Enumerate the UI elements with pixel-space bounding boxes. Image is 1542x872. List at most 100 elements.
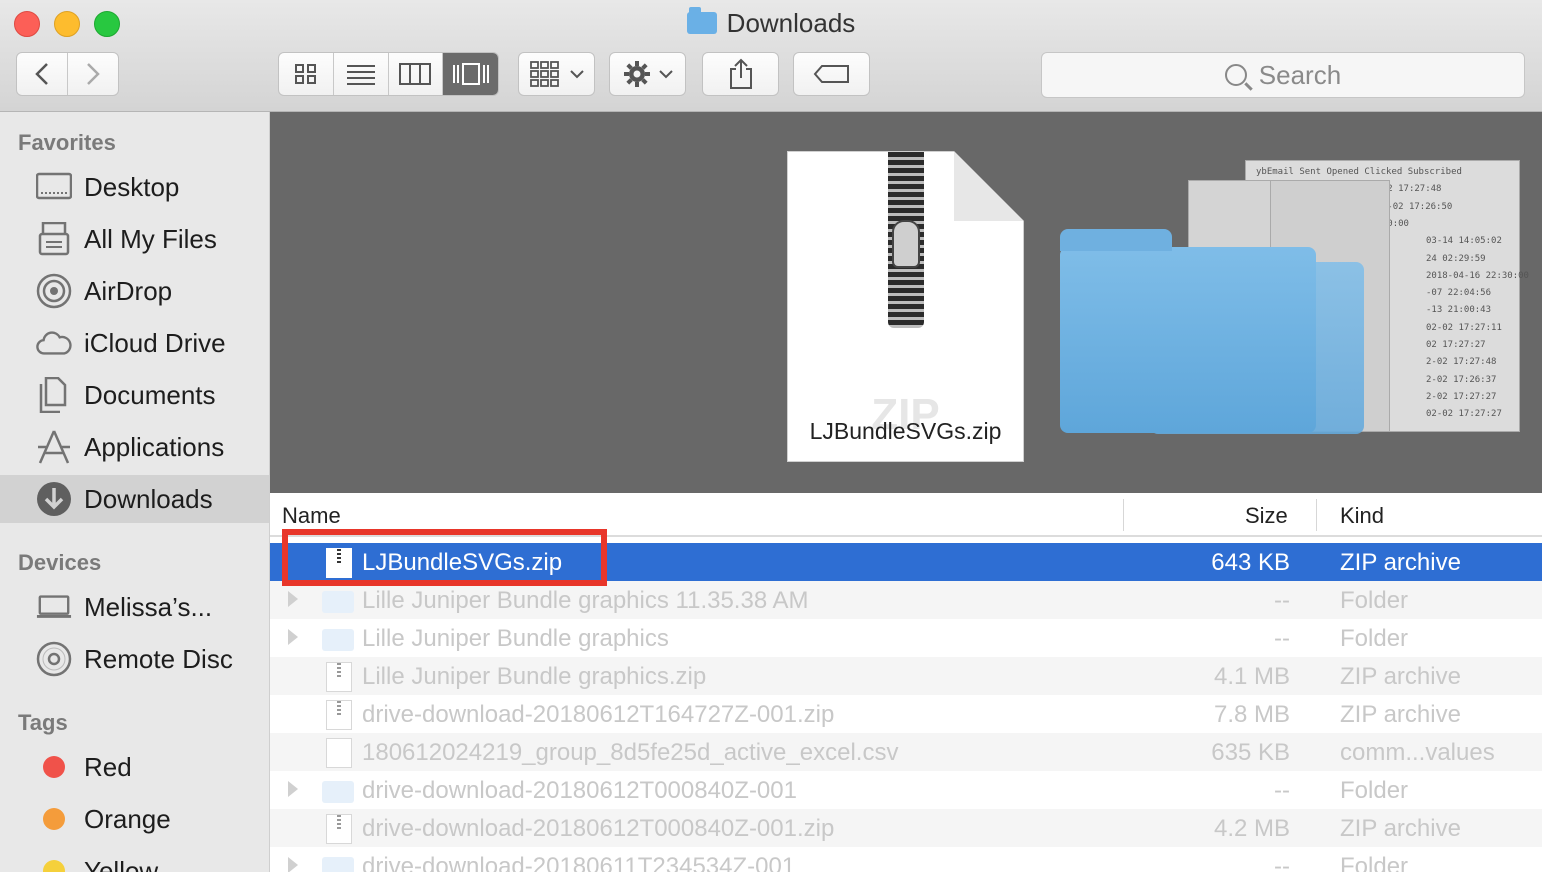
file-kind: Folder [1340,853,1409,872]
sidebar-item-airdrop[interactable]: AirDrop [0,267,269,315]
file-kind: ZIP archive [1340,549,1461,576]
zipper-icon [888,152,924,328]
navigation-buttons [16,52,119,96]
sidebar-item-icloud-drive[interactable]: iCloud Drive [0,319,269,367]
file-name: 180612024219_group_8d5fe25d_active_excel… [362,739,899,766]
tags-heading: Tags [18,710,68,735]
list-view-button[interactable] [334,53,389,95]
downloads-folder-icon [686,7,717,34]
laptop-icon [36,589,72,625]
back-button[interactable] [17,53,68,95]
table-row[interactable]: drive-download-20180612T164727Z-001.zip 7… [270,695,1542,733]
file-kind: ZIP archive [1340,663,1461,690]
forward-button[interactable] [68,53,119,95]
disclosure-triangle-icon[interactable] [288,857,298,872]
arrange-button[interactable] [518,52,595,96]
yellow-tag-dot-icon [43,860,65,872]
sidebar-item-label: Applications [84,431,225,462]
sidebar-item-label: iCloud Drive [84,327,226,358]
cover-flow-preview[interactable]: ybEmail Sent Opened Clicked Subscribed71… [270,112,1542,493]
preview-selected-file[interactable]: ZIP LJBundleSVGs.zip [787,151,1024,462]
sidebar: Favorites Desktop All My Files AirDrop i… [0,112,270,872]
sidebar-tag-orange[interactable]: Orange [0,795,269,843]
file-size: 7.8 MB [1213,701,1290,728]
folder-icon [322,857,354,872]
sidebar-item-label: Yellow [84,855,159,872]
orange-tag-dot-icon [43,808,65,830]
column-header-name[interactable]: Name [282,503,341,529]
column-divider[interactable] [1123,499,1124,531]
disc-icon [36,641,72,677]
share-button[interactable] [702,52,779,96]
sidebar-tag-red[interactable]: Red [0,743,269,791]
table-row[interactable]: 180612024219_group_8d5fe25d_active_excel… [270,733,1542,771]
column-view-icon [399,63,432,85]
devices-heading: Devices [18,550,102,575]
cover-flow-view-button[interactable] [443,53,498,95]
file-size: -- [1274,853,1290,872]
search-field[interactable]: Search [1041,52,1525,98]
sidebar-item-label: AirDrop [84,275,173,306]
applications-icon [36,429,72,465]
spreadsheet-line: 2-02 17:27:48 [1426,357,1497,368]
sidebar-item-documents[interactable]: Documents [0,371,269,419]
table-row[interactable]: drive-download-20180611T234534Z-001 -- Fol… [270,847,1542,872]
airdrop-icon [36,273,72,309]
sidebar-item-applications[interactable]: Applications [0,423,269,471]
chevron-right-icon [86,63,100,85]
zip-file-icon [326,814,352,844]
table-row[interactable]: drive-download-20180612T000840Z-001.zip 4… [270,809,1542,847]
table-row[interactable]: Lille Juniper Bundle graphics -- Folder [270,619,1542,657]
window-title: Downloads [0,7,1542,39]
table-row[interactable]: Lille Juniper Bundle graphics 11.35.38 A… [270,581,1542,619]
sidebar-item-label: Melissa’s... [84,591,213,622]
tag-icon [813,65,849,83]
cover-flow-icon [452,63,489,85]
disclosure-triangle-icon[interactable] [288,629,298,645]
arrange-grid-icon [529,61,559,87]
file-size: 4.2 MB [1213,815,1290,842]
spreadsheet-line: 24 02:29:59 [1426,253,1486,264]
table-row[interactable]: drive-download-20180612T000840Z-001 -- Fol… [270,771,1542,809]
chevron-left-icon [34,63,48,85]
toolbar: Downloads Search [0,0,1542,112]
gear-icon [623,61,650,87]
action-button[interactable] [609,52,686,96]
icon-view-button[interactable] [279,53,334,95]
spreadsheet-line: 02 17:27:27 [1426,340,1486,350]
disclosure-triangle-icon[interactable] [288,781,298,797]
downloads-icon [36,481,72,517]
search-icon [1224,64,1247,86]
disclosure-triangle-icon[interactable] [288,591,298,607]
edit-tags-button[interactable] [793,52,870,96]
file-kind: ZIP archive [1340,701,1461,728]
all-files-icon [36,221,72,257]
sidebar-item-desktop[interactable]: Desktop [0,163,269,211]
column-header-kind[interactable]: Kind [1340,503,1384,529]
sidebar-item-label: Desktop [84,171,180,202]
sidebar-item-label: Documents [84,379,216,410]
zip-file-icon [326,700,352,730]
favorites-heading: Favorites [18,130,116,155]
column-view-button[interactable] [389,53,444,95]
spreadsheet-line: 03-14 14:05:02 [1426,236,1502,247]
sidebar-item-macbook[interactable]: Melissa’s... [0,583,269,631]
sidebar-item-all-my-files[interactable]: All My Files [0,215,269,263]
document-icon [326,738,352,768]
sidebar-item-label: Remote Disc [84,643,233,674]
window-title-text: Downloads [726,8,856,38]
sidebar-item-remote-disc[interactable]: Remote Disc [0,635,269,683]
spreadsheet-line: -07 22:04:56 [1426,288,1492,299]
file-kind: Folder [1340,587,1409,614]
zip-file-icon [326,662,352,692]
file-kind: comm...values [1340,739,1495,766]
table-row[interactable]: Lille Juniper Bundle graphics.zip 4.1 MB Z… [270,657,1542,695]
page-fold [954,151,1024,221]
sidebar-item-downloads[interactable]: Downloads [0,475,269,523]
spreadsheet-line: 2-02 17:26:37 [1426,374,1497,385]
list-view-icon [346,65,375,85]
column-header-size[interactable]: Size [1245,503,1288,529]
column-divider[interactable] [1316,499,1317,531]
sidebar-tag-yellow[interactable]: Yellow [0,847,269,872]
file-kind: ZIP archive [1340,815,1461,842]
